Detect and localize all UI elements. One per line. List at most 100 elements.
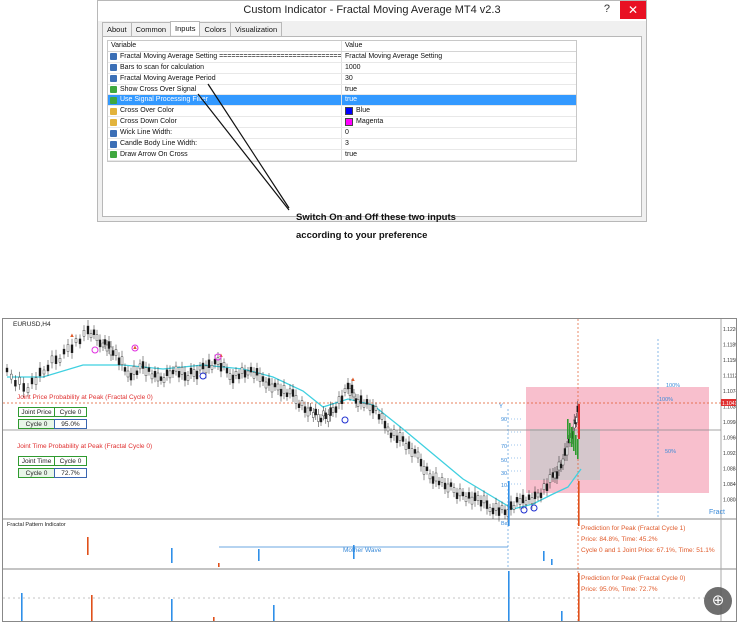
- candle-body: [50, 355, 54, 364]
- candle-body: [276, 383, 280, 391]
- candle-body: [553, 471, 557, 479]
- candle-body: [542, 483, 546, 491]
- candle-body: [186, 375, 190, 381]
- candle-body: [231, 374, 235, 384]
- candle-body: [521, 494, 525, 504]
- candle-body: [524, 500, 528, 505]
- bull-candle: [575, 435, 577, 455]
- candle-body: [348, 388, 352, 396]
- arrow-line-filter: [197, 93, 290, 211]
- candle-body: [503, 509, 507, 515]
- candle-body: [319, 417, 323, 423]
- candle-body: [243, 370, 247, 378]
- candle-body: [234, 371, 238, 376]
- fractal-bar-blue: [543, 551, 545, 561]
- candle-body: [557, 461, 561, 471]
- pct-label-50: 50%: [665, 449, 677, 455]
- candle-body: [470, 496, 474, 505]
- candle-body: [222, 362, 226, 367]
- candle-body: [95, 334, 99, 342]
- candle-body: [440, 477, 444, 483]
- candle-body: [162, 377, 166, 383]
- candle-body: [156, 372, 160, 382]
- zoom-icon[interactable]: ⊕: [704, 587, 732, 615]
- price-chart[interactable]: ▲▲▲▲1.122601.118901.115001.111201.107401…: [2, 318, 737, 622]
- peak-marker: ▲: [69, 333, 75, 339]
- candle-body: [485, 500, 489, 509]
- candle-body: [410, 448, 414, 458]
- candle-body: [62, 348, 66, 355]
- candle-body: [494, 503, 498, 511]
- candle-body: [98, 339, 102, 348]
- candle-body: [386, 426, 390, 432]
- candle-body: [422, 465, 426, 475]
- candle-body: [488, 507, 492, 513]
- candle-body: [138, 363, 142, 370]
- candle-body: [42, 369, 46, 375]
- candle-body: [5, 367, 9, 373]
- candle-body: [548, 474, 552, 483]
- candle-body: [120, 356, 124, 365]
- bull-candle: [571, 427, 573, 447]
- candle-body: [159, 376, 163, 381]
- candle-body: [165, 369, 169, 376]
- cycle-bar-orange: [91, 595, 93, 621]
- cycle-bar-blue: [561, 611, 563, 621]
- bull-candle: [567, 419, 569, 439]
- candle-body: [467, 492, 471, 499]
- candle-body: [66, 344, 70, 352]
- candle-body: [297, 403, 301, 409]
- candle-body: [512, 504, 516, 510]
- candle-body: [129, 372, 133, 381]
- candle-body: [551, 472, 555, 478]
- joint-time-title: Joint Time Probability at Peak (Fractal …: [17, 443, 153, 450]
- pct-label-top: 100%: [666, 383, 681, 389]
- candle-body: [38, 367, 42, 377]
- candle-body: [270, 383, 274, 393]
- candle-body: [219, 363, 223, 372]
- candle-body: [455, 492, 459, 500]
- cycle-bar-blue: [508, 571, 510, 621]
- candle-body: [22, 383, 25, 392]
- candle-body: [443, 482, 447, 490]
- candle-body: [192, 369, 196, 377]
- candle-body: [324, 412, 327, 420]
- candle-body: [401, 436, 405, 442]
- price-axis-label: 1.08840: [723, 467, 737, 473]
- candle-body: [575, 417, 578, 423]
- candle-body: [303, 406, 307, 413]
- price-axis-label: 1.11500: [723, 358, 737, 364]
- candle-body: [398, 432, 402, 441]
- level-70: 70: [501, 444, 508, 450]
- candle-body: [288, 388, 292, 395]
- annotation-line-1: Switch On and Off these two inputs: [296, 212, 456, 223]
- candle-body: [563, 448, 567, 456]
- fractal-bar-orange: [218, 563, 220, 567]
- candle-body: [107, 341, 111, 349]
- candle-body: [255, 368, 259, 376]
- price-axis-label: 1.09980: [723, 420, 737, 426]
- candle-body: [264, 381, 268, 389]
- candle-body: [479, 499, 483, 507]
- candle-body: [189, 367, 193, 375]
- candle-body: [207, 359, 211, 368]
- candle-body: [377, 414, 381, 420]
- fractal-bar-blue: [508, 481, 510, 526]
- price-axis-label: 1.09600: [723, 436, 737, 442]
- pct-label-mid: 100%: [659, 397, 674, 403]
- candle-body: [78, 338, 82, 345]
- candle-body: [198, 365, 202, 371]
- price-axis-label: 1.08080: [723, 498, 737, 504]
- joint-time-label: Joint Time: [18, 456, 55, 466]
- cycle-bar-blue: [273, 605, 275, 621]
- candle-body: [147, 367, 151, 372]
- candle-body: [565, 446, 569, 456]
- candle-body: [58, 358, 62, 363]
- candle-body: [246, 370, 250, 376]
- candle-body: [183, 372, 187, 381]
- candle-body: [54, 355, 58, 364]
- candle-body: [30, 377, 34, 385]
- fractal-moving-average-line: [7, 364, 582, 510]
- candle-body: [561, 458, 565, 466]
- annotation-arrows: [197, 83, 290, 211]
